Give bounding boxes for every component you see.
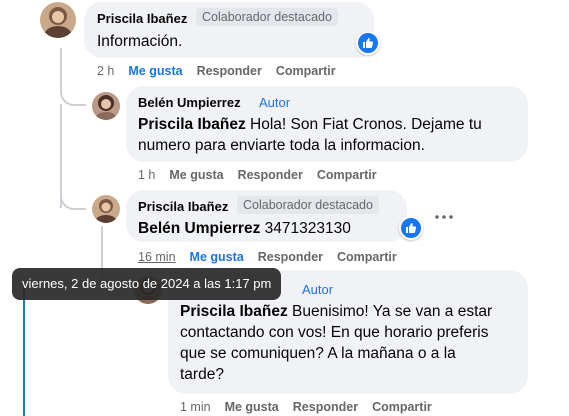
comment-actions: 16 min Me gusta Responder Compartir: [138, 250, 411, 264]
reply-button[interactable]: Responder: [197, 64, 262, 78]
like-reaction-icon[interactable]: [356, 31, 380, 55]
like-button[interactable]: Me gusta: [169, 168, 223, 182]
comment-text: Belén Umpierrez 3471323130: [138, 220, 351, 237]
like-button[interactable]: Me gusta: [225, 400, 279, 414]
share-button[interactable]: Compartir: [317, 168, 377, 182]
avatar[interactable]: [92, 195, 120, 223]
avatar[interactable]: [40, 2, 76, 38]
badge-top-contributor: Colaborador destacado: [237, 196, 379, 214]
avatar[interactable]: [92, 92, 120, 120]
mention-link[interactable]: Priscila Ibañez: [138, 116, 246, 133]
comment-text: Información.: [97, 33, 183, 50]
more-options-icon[interactable]: [434, 210, 454, 222]
timestamp[interactable]: 2 h: [97, 64, 114, 78]
mention-link[interactable]: Belén Umpierrez: [138, 220, 260, 237]
comment-actions: 1 h Me gusta Responder Compartir: [138, 168, 391, 182]
badge-author: Autor: [302, 282, 334, 297]
reply-button[interactable]: Responder: [293, 400, 358, 414]
comment-author[interactable]: Priscila Ibañez: [138, 199, 228, 214]
badge-top-contributor: Colaborador destacado: [196, 8, 338, 26]
like-button[interactable]: Me gusta: [128, 64, 182, 78]
timestamp-tooltip: viernes, 2 de agosto de 2024 a las 1:17 …: [12, 268, 282, 300]
mention-link[interactable]: Priscila Ibañez: [180, 303, 288, 320]
like-reaction-icon[interactable]: [399, 216, 423, 240]
share-button[interactable]: Compartir: [276, 64, 336, 78]
reply-button[interactable]: Responder: [258, 250, 323, 264]
reply-button[interactable]: Responder: [238, 168, 303, 182]
timestamp[interactable]: 16 min: [138, 250, 176, 264]
comment-text: Priscila Ibañez Hola! Son Fiat Cronos. D…: [138, 116, 482, 154]
comment-author[interactable]: Belén Umpierrez: [138, 95, 241, 110]
thread-line: [60, 48, 86, 106]
badge-author: Autor: [259, 95, 291, 110]
like-button[interactable]: Me gusta: [190, 250, 244, 264]
thread-line: [60, 180, 86, 210]
share-button[interactable]: Compartir: [372, 400, 432, 414]
comment-actions: 1 min Me gusta Responder Compartir: [180, 400, 446, 414]
comment-author[interactable]: Priscila Ibañez: [97, 11, 187, 26]
comment-text: Priscila Ibañez Buenisimo! Ya se van a e…: [180, 303, 493, 383]
share-button[interactable]: Compartir: [337, 250, 397, 264]
thread-highlight-line: [23, 286, 25, 416]
timestamp[interactable]: 1 h: [138, 168, 155, 182]
timestamp[interactable]: 1 min: [180, 400, 211, 414]
comment-actions: 2 h Me gusta Responder Compartir: [97, 64, 350, 78]
